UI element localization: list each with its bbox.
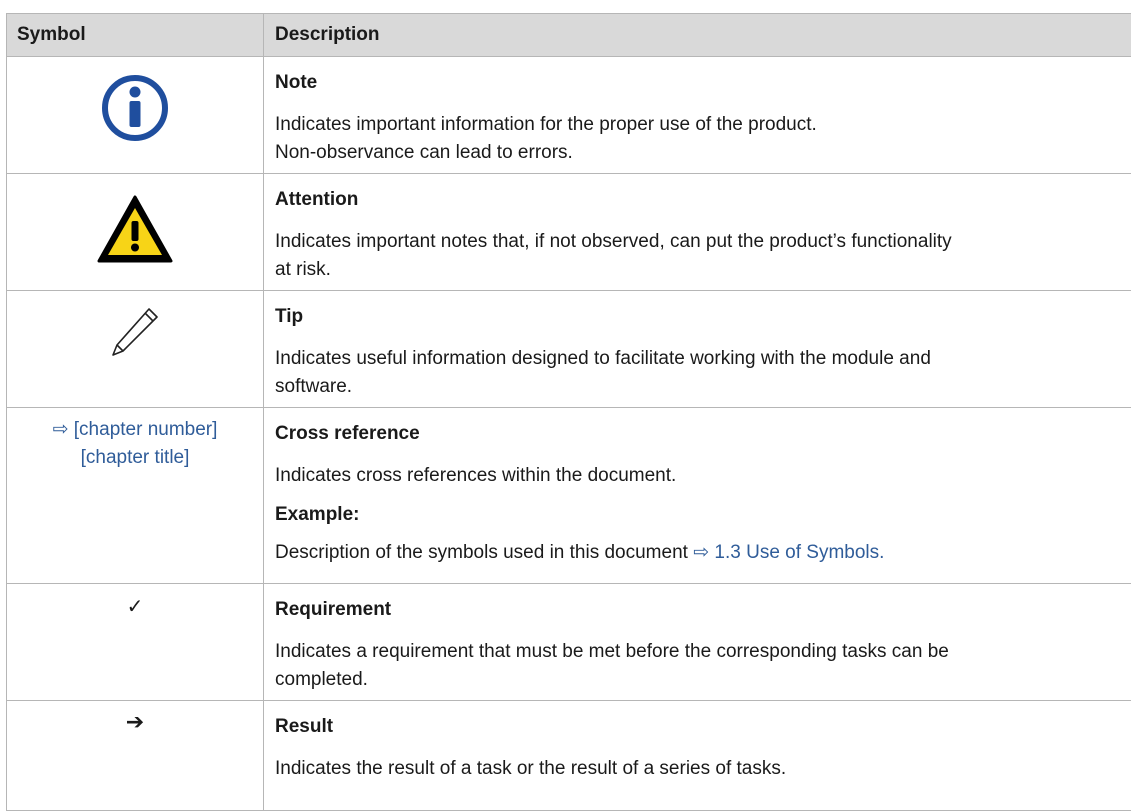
warning-triangle-icon [95, 193, 175, 265]
row-title: Note [275, 72, 1131, 94]
row-description: Indicates a requirement that must be met… [275, 638, 1131, 694]
row-description: Indicates important notes that, if not o… [275, 228, 1131, 284]
example-text: Description of the symbols used in this … [275, 542, 693, 563]
symbols-table: Symbol Description Note Indicates import… [6, 13, 1131, 811]
description-cell: Note Indicates important information for… [264, 57, 1131, 174]
description-line: Indicates cross references within the do… [275, 462, 1131, 490]
info-circle-icon [100, 73, 170, 143]
description-line: Non-observance can lead to errors. [275, 139, 1131, 167]
table-header-row: Symbol Description [7, 14, 1131, 57]
description-cell: Cross reference Indicates cross referenc… [264, 408, 1131, 584]
description-line: Indicates a requirement that must be met… [275, 638, 1131, 666]
table-row-cross-reference: ⇨ [chapter number] [chapter title] Cross… [7, 408, 1131, 584]
row-title: Attention [275, 189, 1131, 211]
symbol-column-header: Symbol [7, 14, 264, 57]
description-line: at risk. [275, 256, 1131, 284]
description-cell: Requirement Indicates a requirement that… [264, 584, 1131, 701]
cross-reference-symbol-line: ⇨ [chapter number] [7, 416, 263, 444]
table-row-result: ➔ Result Indicates the result of a task … [7, 701, 1131, 811]
table-row-note: Note Indicates important information for… [7, 57, 1131, 174]
row-description: Indicates the result of a task or the re… [275, 755, 1131, 783]
example-description: Description of the symbols used in this … [275, 539, 1131, 567]
row-title: Tip [275, 306, 1131, 328]
right-arrow-icon: ➔ [126, 710, 144, 735]
table-row-attention: Attention Indicates important notes that… [7, 174, 1131, 291]
description-line: Indicates the result of a task or the re… [275, 755, 1131, 783]
symbol-cell [7, 174, 264, 291]
row-description: Indicates useful information designed to… [275, 345, 1131, 401]
symbol-cell [7, 57, 264, 174]
description-line: Indicates important information for the … [275, 111, 1131, 139]
row-title: Requirement [275, 599, 1131, 621]
example-cross-reference-link[interactable]: ⇨ 1.3 Use of Symbols. [693, 542, 884, 563]
row-description: Indicates cross references within the do… [275, 462, 1131, 490]
description-column-header: Description [264, 14, 1131, 57]
description-line: software. [275, 373, 1131, 401]
row-title: Result [275, 716, 1131, 738]
row-description: Indicates important information for the … [275, 111, 1131, 167]
description-cell: Result Indicates the result of a task or… [264, 701, 1131, 811]
cross-reference-symbol-line: [chapter title] [7, 444, 263, 472]
description-line: Indicates important notes that, if not o… [275, 228, 1131, 256]
symbol-cell: ➔ [7, 701, 264, 811]
description-cell: Tip Indicates useful information designe… [264, 291, 1131, 408]
symbol-cell: ✓ [7, 584, 264, 701]
row-title: Cross reference [275, 423, 1131, 445]
example-label: Example: [275, 504, 1131, 526]
description-line: Indicates useful information designed to… [275, 345, 1131, 373]
pencil-icon [105, 303, 165, 363]
table-row-requirement: ✓ Requirement Indicates a requirement th… [7, 584, 1131, 701]
symbol-cell: ⇨ [chapter number] [chapter title] [7, 408, 264, 584]
table-row-tip: Tip Indicates useful information designe… [7, 291, 1131, 408]
symbol-cell [7, 291, 264, 408]
checkmark-icon: ✓ [127, 594, 144, 618]
cross-reference-symbol: ⇨ [chapter number] [chapter title] [7, 416, 263, 472]
description-line: completed. [275, 666, 1131, 694]
description-cell: Attention Indicates important notes that… [264, 174, 1131, 291]
